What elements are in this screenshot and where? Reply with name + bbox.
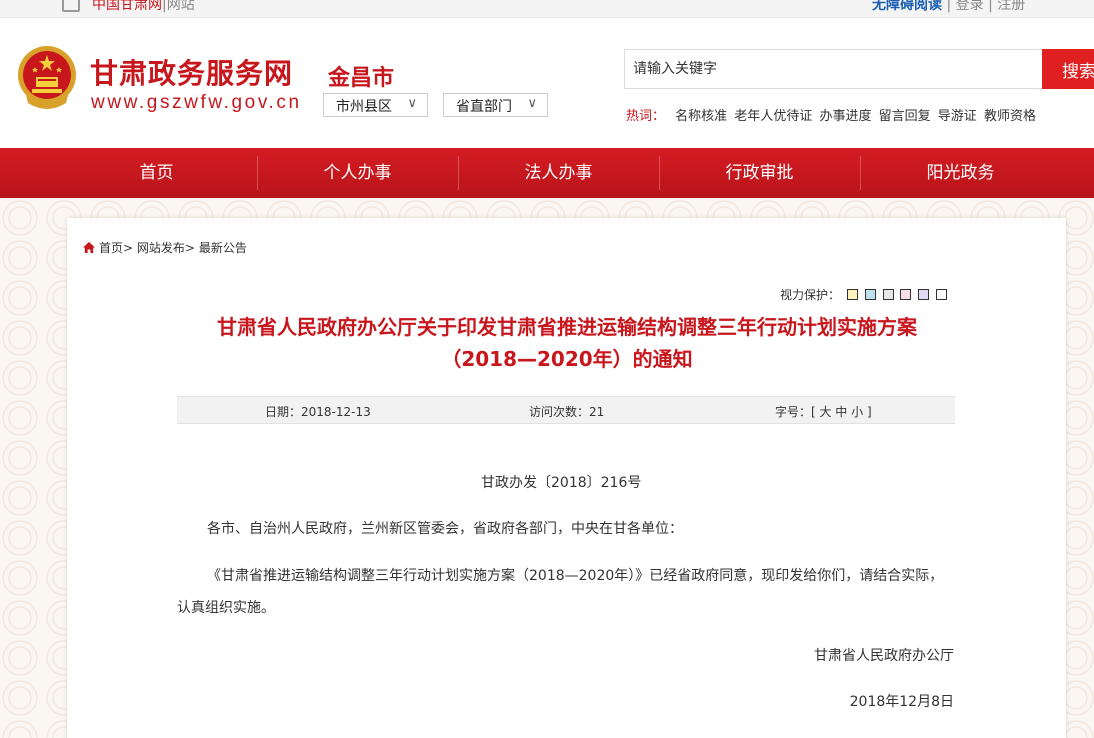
search-button[interactable]: 搜索 — [1042, 49, 1094, 89]
article-title: 甘肃省人民政府办公厅关于印发甘肃省推进运输结构调整三年行动计划实施方案 （201… — [167, 311, 967, 375]
nav-item-home[interactable]: 首页 — [56, 148, 257, 198]
home-icon — [83, 242, 95, 253]
top-bar: 中国甘肃网|网站 无障碍阅读 | 登录 | 注册 — [0, 0, 1094, 18]
current-city: 金昌市 — [328, 66, 395, 91]
login-link[interactable]: 登录 — [956, 0, 984, 13]
visit-count: 访问次数：21 — [529, 405, 605, 419]
article-title-line: 甘肃省人民政府办公厅关于印发甘肃省推进运输结构调整三年行动计划实施方案 — [217, 315, 917, 339]
province-dept-select[interactable]: 省直部门 ∨ — [443, 93, 548, 117]
top-link-gansu[interactable]: 中国甘肃网 — [92, 0, 162, 13]
hot-word-link[interactable]: 办事进度 — [819, 109, 871, 124]
font-size-control[interactable]: 字号：[ 大 中 小 ] — [775, 403, 872, 420]
article-body: 《甘肃省推进运输结构调整三年行动计划实施方案（2018—2020年）》已经省政府… — [177, 568, 944, 616]
signature: 甘肃省人民政府办公厅 — [814, 648, 954, 664]
nav-item-personal[interactable]: 个人办事 — [257, 148, 458, 198]
nav-item-approval[interactable]: 行政审批 — [659, 148, 860, 198]
hot-word-link[interactable]: 老年人优待证 — [734, 109, 812, 124]
chevron-down-icon: ∨ — [527, 96, 537, 111]
article-card: 首页> 网站发布> 最新公告 视力保护： 甘肃省人民政府办公厅关于印发甘肃省推进… — [67, 218, 1066, 738]
breadcrumb-home[interactable]: 首页 — [99, 241, 123, 255]
vision-swatch-white[interactable] — [935, 289, 947, 300]
monitor-icon — [62, 0, 80, 12]
nav-item-corporate[interactable]: 法人办事 — [458, 148, 659, 198]
breadcrumb-sep: > — [123, 241, 134, 255]
breadcrumb-sep: > — [184, 241, 195, 255]
breadcrumb-publish[interactable]: 网站发布 — [137, 241, 185, 255]
vision-swatch-gray[interactable] — [882, 289, 894, 300]
hot-word-link[interactable]: 名称核准 — [675, 109, 727, 124]
top-bar-left: 中国甘肃网|网站 — [62, 0, 195, 14]
top-bar-right: 无障碍阅读 | 登录 | 注册 — [872, 0, 1025, 14]
chevron-down-icon: ∨ — [407, 96, 417, 111]
province-dept-select-label: 省直部门 — [456, 99, 512, 115]
top-divider: | — [988, 0, 993, 13]
addressees: 各市、自治州人民政府，兰州新区管委会，省政府各部门，中央在甘各单位： — [207, 521, 683, 537]
breadcrumb: 首页> 网站发布> 最新公告 — [82, 239, 247, 256]
vision-swatch-yellow[interactable] — [846, 289, 858, 300]
signature-date: 2018年12月8日 — [849, 694, 954, 710]
register-link[interactable]: 注册 — [997, 0, 1025, 13]
vision-swatch-pink[interactable] — [900, 289, 912, 300]
city-district-select-label: 市州县区 — [336, 99, 392, 115]
hot-word-link[interactable]: 教师资格 — [984, 109, 1036, 124]
vision-protection-label: 视力保护： — [780, 288, 841, 302]
hot-word-link[interactable]: 留言回复 — [879, 109, 931, 124]
site-header: 甘肃政务服务网 www.gszwfw.gov.cn 金昌市 市州县区 ∨ 省直部… — [0, 18, 1094, 148]
document-number: 甘政办发〔2018〕216号 — [481, 475, 642, 491]
search-input[interactable] — [624, 49, 1042, 89]
national-emblem-icon[interactable] — [16, 45, 78, 111]
article-title-line: （2018—2020年）的通知 — [441, 347, 693, 371]
breadcrumb-current[interactable]: 最新公告 — [199, 241, 247, 255]
publish-date: 日期：2018-12-13 — [265, 405, 371, 419]
site-logo-url: www.gszwfw.gov.cn — [91, 92, 302, 113]
city-district-select[interactable]: 市州县区 ∨ — [323, 93, 428, 117]
vision-swatch-blue[interactable] — [864, 289, 876, 300]
hot-words: 热词： 名称核准 老年人优待证 办事进度 留言回复 导游证 教师资格 — [626, 105, 1039, 124]
site-logo-text[interactable]: 甘肃政务服务网 — [90, 52, 293, 92]
hot-words-label: 热词： — [626, 109, 666, 124]
nav-item-transparency[interactable]: 阳光政务 — [860, 148, 1061, 198]
main-nav: 首页 个人办事 法人办事 行政审批 阳光政务 — [0, 148, 1094, 198]
article-meta: 日期：2018-12-13 访问次数：21 字号：[ 大 中 小 ] — [177, 396, 955, 424]
accessibility-link[interactable]: 无障碍阅读 — [872, 0, 942, 13]
vision-protection: 视力保护： — [780, 286, 947, 303]
hot-word-link[interactable]: 导游证 — [938, 109, 977, 124]
top-divider: | — [946, 0, 952, 13]
top-link-site[interactable]: 网站 — [167, 0, 195, 13]
vision-swatch-purple[interactable] — [918, 289, 930, 300]
